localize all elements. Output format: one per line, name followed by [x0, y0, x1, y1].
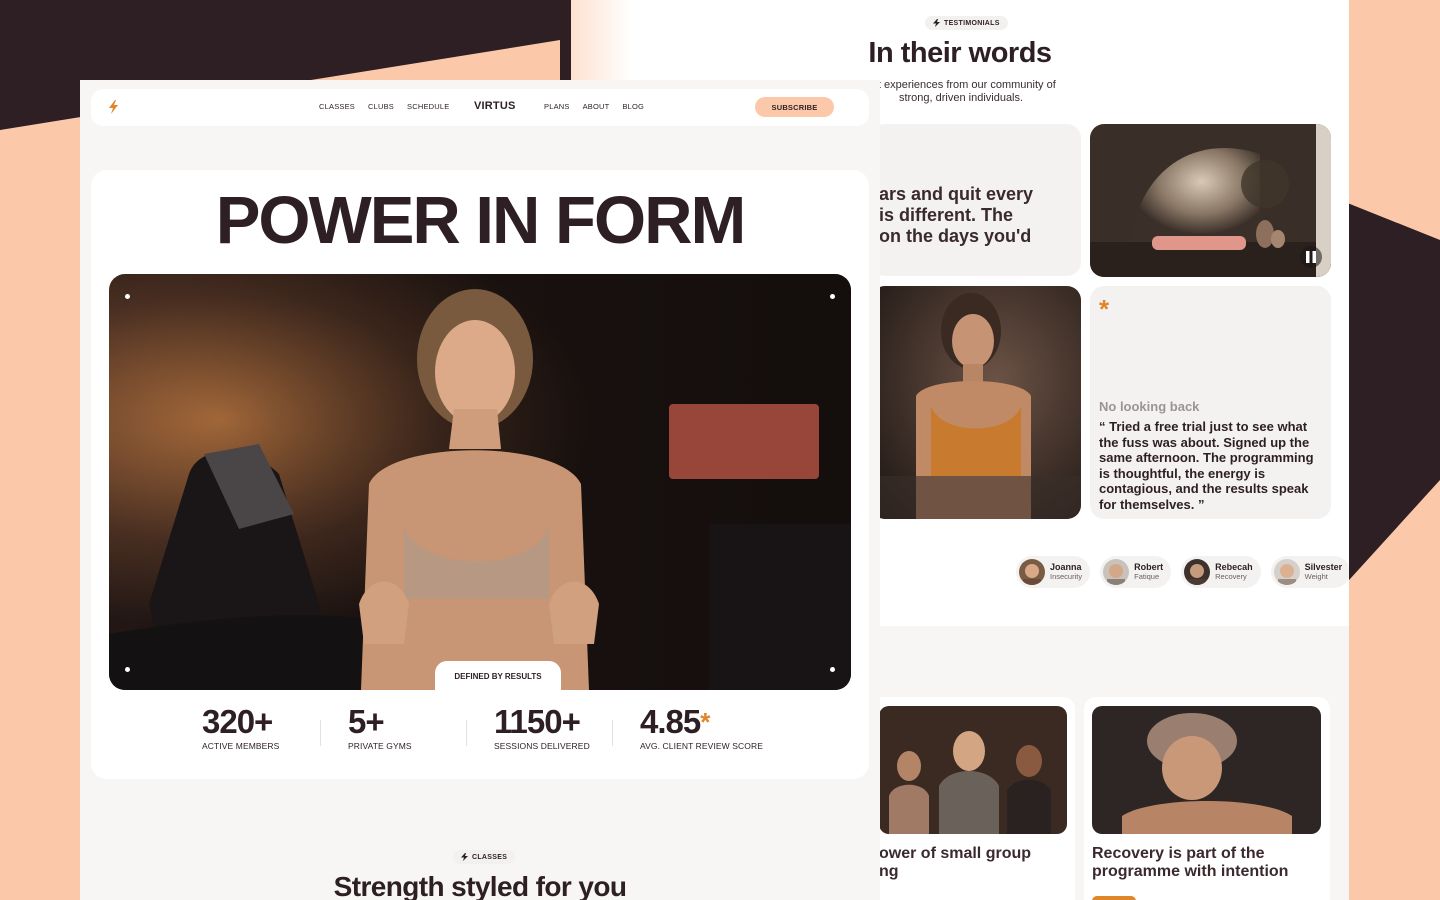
- stat-gyms: 5+ PRIVATE GYMS: [320, 703, 494, 751]
- nav-link-blog[interactable]: BLOG: [622, 102, 644, 111]
- nav-links-left: CLASSES CLUBS SCHEDULE: [319, 102, 449, 111]
- avatar: [1184, 559, 1211, 585]
- avatar: [1019, 559, 1045, 585]
- person-chip-joanna[interactable]: Joanna Insecurity: [1016, 556, 1091, 588]
- quote-text: ars and quit every is different. The on …: [879, 184, 1034, 246]
- asterisk-icon: *: [700, 707, 710, 737]
- hero-image: DEFINED BY RESULTS: [109, 274, 851, 690]
- nav-link-classes[interactable]: CLASSES: [319, 102, 355, 111]
- member-selector: Joanna Insecurity Robert Fatique Rebecah Re…: [1016, 556, 1349, 588]
- member-photo: [871, 286, 1081, 519]
- testimonials-title: In their words: [868, 37, 1052, 69]
- nav-link-clubs[interactable]: CLUBS: [368, 102, 394, 111]
- blog-image: [1092, 706, 1321, 834]
- classes-title: Strength styled for you: [333, 871, 627, 900]
- blog-card[interactable]: Recovery is part of the programme with i…: [1084, 697, 1330, 900]
- blog-image: [879, 706, 1067, 834]
- bolt-icon: [933, 19, 940, 27]
- blog-tag: [1092, 896, 1136, 900]
- stat-review-score: 4.85* AVG. CLIENT REVIEW SCORE: [612, 703, 786, 751]
- quote-label: No looking back: [1099, 399, 1200, 414]
- stat-sessions: 1150+ SESSIONS DELIVERED: [466, 703, 640, 751]
- person-chip-robert[interactable]: Robert Fatique: [1100, 556, 1172, 588]
- nav-links-right: PLANS ABOUT BLOG: [544, 102, 644, 111]
- subscribe-button[interactable]: SUBSCRIBE: [755, 97, 834, 117]
- classes-tag: CLASSES: [453, 850, 516, 864]
- blog-title: Recovery is part of the programme with i…: [1092, 845, 1289, 880]
- person-chip-rebecah[interactable]: Rebecah Recovery: [1181, 556, 1261, 588]
- pause-icon[interactable]: [1300, 246, 1322, 268]
- nav-link-about[interactable]: ABOUT: [583, 102, 610, 111]
- testimonials-subtitle: est experiences from our community of st…: [866, 79, 1056, 104]
- hero-section: POWER IN FORM DEFINED BY RESULTS 320+ AC…: [91, 170, 869, 779]
- brand-logo[interactable]: VIRTUS: [474, 100, 516, 112]
- bolt-icon[interactable]: [107, 100, 121, 114]
- hero-title: POWER IN FORM: [215, 183, 747, 258]
- asterisk-icon: *: [1099, 294, 1110, 324]
- landing-page: CLASSES CLUBS SCHEDULE VIRTUS PLANS ABOU…: [80, 80, 880, 900]
- hero-tag: DEFINED BY RESULTS: [435, 661, 561, 690]
- background-shape-right: [1340, 0, 1440, 900]
- stat-members: 320+ ACTIVE MEMBERS: [202, 703, 280, 751]
- quote-card: ars and quit every is different. The on …: [871, 124, 1081, 276]
- bolt-icon: [461, 853, 468, 861]
- blog-title: ower of small group ng: [879, 845, 1032, 880]
- top-navigation: CLASSES CLUBS SCHEDULE VIRTUS PLANS ABOU…: [91, 89, 869, 126]
- nav-link-plans[interactable]: PLANS: [544, 102, 570, 111]
- interior-image: [1090, 124, 1331, 277]
- avatar: [1273, 559, 1300, 585]
- avatar: [1103, 559, 1130, 585]
- quote-text: “ Tried a free trial just to see what th…: [1099, 419, 1314, 512]
- person-chip-silvester[interactable]: Silvester Weight: [1270, 556, 1349, 588]
- highlight-quote-card: * No looking back “ Tried a free trial j…: [1090, 286, 1331, 519]
- blog-card[interactable]: ower of small group ng: [871, 697, 1075, 900]
- nav-link-schedule[interactable]: SCHEDULE: [407, 102, 449, 111]
- testimonials-tag: TESTIMONIALS: [925, 16, 1008, 30]
- video-card[interactable]: [1090, 124, 1331, 277]
- stats-row: 320+ ACTIVE MEMBERS 5+ PRIVATE GYMS 1150…: [202, 703, 786, 751]
